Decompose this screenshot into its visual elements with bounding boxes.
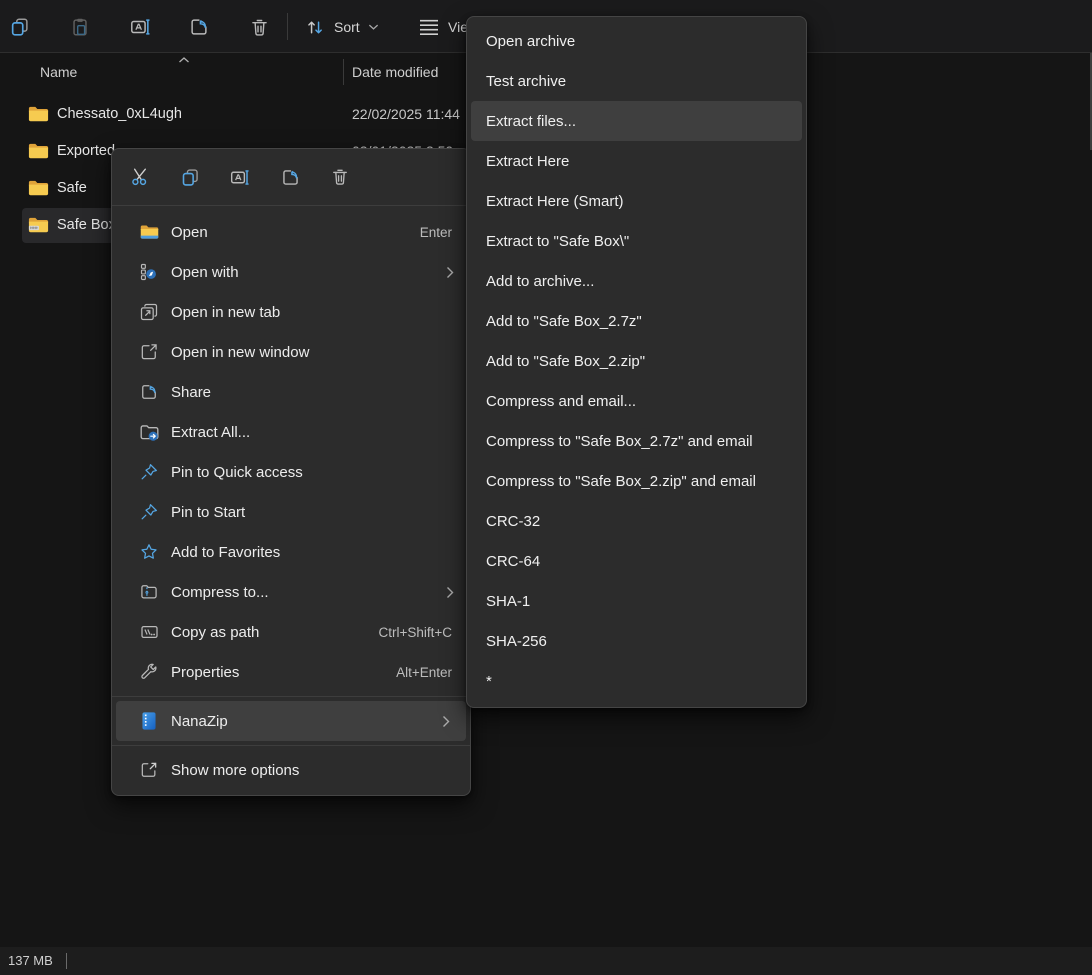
star-icon [138,542,160,562]
submenu-item-sha-256[interactable]: SHA-256 [467,621,806,661]
nanazip-icon [138,711,160,731]
submenu-item-crc-32[interactable]: CRC-32 [467,501,806,541]
open-with-icon [138,262,160,282]
submenu-item-add-to-zip[interactable]: Add to "Safe Box_2.zip" [467,341,806,381]
menu-item-nanazip[interactable]: NanaZip [116,701,466,741]
extract-all-icon [138,422,160,443]
paste-button[interactable] [60,7,100,47]
delete-button[interactable] [329,166,351,188]
folder-icon [27,103,50,126]
submenu-chevron-icon [446,586,454,599]
pin-icon [138,502,160,522]
file-date: 22/02/2025 11:44 [352,96,460,133]
shortcut-label: Alt+Enter [396,665,452,680]
rename-button[interactable] [229,166,251,188]
view-icon [418,18,440,36]
share-icon [138,382,160,402]
submenu-item-compress-7z-email[interactable]: Compress to "Safe Box_2.7z" and email [467,421,806,461]
copy-button[interactable] [0,7,40,47]
submenu-item-extract-files[interactable]: Extract files... [471,101,802,141]
menu-item-extract-all[interactable]: Extract All... [112,412,470,452]
submenu-item-test-archive[interactable]: Test archive [467,61,806,101]
sort-label: Sort [334,19,360,35]
copy-icon [9,16,31,38]
shortcut-label: Enter [420,225,452,240]
menu-item-compress-to[interactable]: Compress to... [112,572,470,612]
folder-icon [27,140,50,163]
share-button[interactable] [179,7,219,47]
folder-icon [138,222,160,243]
menu-item-show-more-options[interactable]: Show more options [112,750,470,790]
file-name: Chessato_0xL4ugh [57,96,182,133]
rename-button[interactable] [120,7,160,47]
delete-button[interactable] [239,7,279,47]
shortcut-label: Ctrl+Shift+C [378,625,452,640]
context-menu-items: Open Enter Open with [112,206,470,790]
menu-item-pin-to-quick-access[interactable]: Pin to Quick access [112,452,470,492]
submenu-item-add-to-archive[interactable]: Add to archive... [467,261,806,301]
submenu-item-crc-64[interactable]: CRC-64 [467,541,806,581]
menu-item-open-with[interactable]: Open with [112,252,470,292]
menu-item-share[interactable]: Share [112,372,470,412]
status-item-size: 137 MB [8,947,53,975]
menu-item-add-to-favorites[interactable]: Add to Favorites [112,532,470,572]
submenu-item-compress-and-email[interactable]: Compress and email... [467,381,806,421]
submenu-item-extract-here[interactable]: Extract Here [467,141,806,181]
file-name: Safe [57,170,87,207]
share-button[interactable] [279,166,301,188]
new-tab-icon [138,302,160,322]
nanazip-submenu: Open archive Test archive Extract files.… [466,16,807,708]
copy-icon [180,167,201,188]
chevron-down-icon [368,23,379,31]
wrench-icon [138,662,160,682]
submenu-item-extract-here-smart[interactable]: Extract Here (Smart) [467,181,806,221]
status-separator [66,953,67,969]
show-more-options-icon [138,760,160,780]
sort-icon [305,17,326,38]
share-icon [280,167,301,188]
submenu-item-add-to-7z[interactable]: Add to "Safe Box_2.7z" [467,301,806,341]
zipped-folder-icon [27,214,50,237]
menu-item-open-in-new-tab[interactable]: Open in new tab [112,292,470,332]
column-sort-ascending-icon [178,56,190,64]
rename-icon [129,16,152,38]
submenu-chevron-icon [446,266,454,279]
pin-icon [138,462,160,482]
menu-separator [112,745,470,746]
submenu-item-sha-1[interactable]: SHA-1 [467,581,806,621]
share-icon [188,16,210,38]
menu-item-copy-as-path[interactable]: Copy as path Ctrl+Shift+C [112,612,470,652]
copy-button[interactable] [179,166,201,188]
column-header-name[interactable]: Name [40,54,77,90]
rename-icon [229,167,251,188]
copy-as-path-icon [138,622,160,642]
submenu-chevron-icon [442,715,450,728]
submenu-item-extract-to-folder[interactable]: Extract to "Safe Box\" [467,221,806,261]
paste-icon [69,16,91,38]
status-bar: 137 MB [0,947,1092,975]
submenu-item-star-all-hashes[interactable]: * [467,661,806,701]
file-name: Exported [57,133,115,170]
cut-button[interactable] [129,166,151,188]
column-header-date-modified[interactable]: Date modified [352,54,438,90]
submenu-item-open-archive[interactable]: Open archive [467,21,806,61]
toolbar-separator [287,13,288,40]
compress-icon [138,582,160,602]
menu-item-pin-to-start[interactable]: Pin to Start [112,492,470,532]
menu-item-open[interactable]: Open Enter [112,212,470,252]
file-name: Safe Box [57,207,116,244]
menu-item-properties[interactable]: Properties Alt+Enter [112,652,470,692]
column-separator[interactable] [343,59,344,85]
delete-icon [330,167,350,187]
folder-icon [27,177,50,200]
menu-separator [112,696,470,697]
context-menu: Open Enter Open with [111,148,471,796]
new-window-icon [138,342,160,362]
submenu-item-compress-zip-email[interactable]: Compress to "Safe Box_2.zip" and email [467,461,806,501]
delete-icon [249,17,270,38]
sort-button[interactable]: Sort [295,7,389,47]
context-menu-quick-actions [112,149,470,206]
menu-item-open-in-new-window[interactable]: Open in new window [112,332,470,372]
cut-icon [129,166,151,188]
